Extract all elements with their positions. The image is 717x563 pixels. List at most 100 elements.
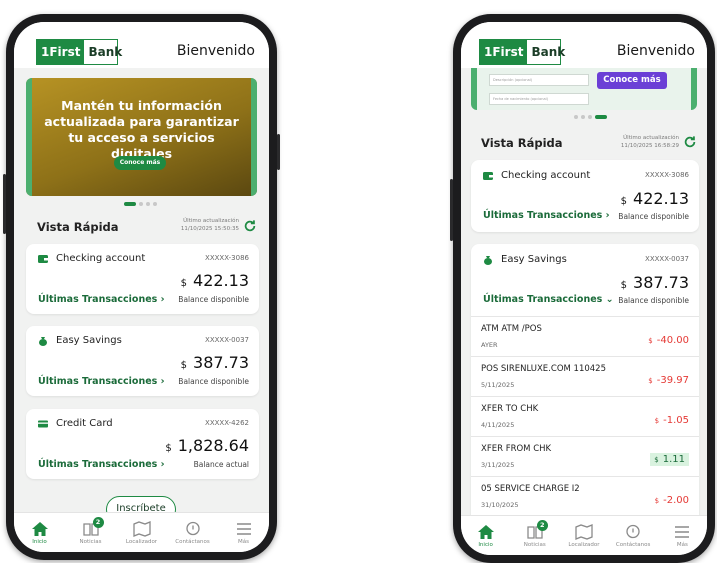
- phone-frame-left: 1First Bank Bienvenido Mantén tu informa…: [3, 14, 280, 560]
- nav-item-locator[interactable]: Localizador: [118, 520, 166, 545]
- transaction-row[interactable]: XFER TO CHK 4/11/2025 $ -1.05: [471, 396, 699, 436]
- account-name: Checking account: [56, 253, 146, 264]
- amount-value: -40.00: [656, 335, 689, 346]
- account-card-credit[interactable]: Credit Card XXXXX-4262 $1,828.64 Balance…: [26, 409, 259, 479]
- refresh-icon[interactable]: [683, 135, 697, 149]
- nav-label: Más: [676, 541, 688, 548]
- transaction-row[interactable]: ATM ATM /POS AYER $ -40.00: [471, 316, 699, 356]
- nav-item-more[interactable]: Más: [658, 524, 706, 548]
- nav-item-news[interactable]: 2 Noticias: [67, 516, 115, 545]
- carousel-dot-active[interactable]: [595, 115, 607, 119]
- balance-amount: 387.73: [193, 353, 249, 372]
- currency-symbol: $: [180, 360, 188, 371]
- transaction-row[interactable]: POS SIRENLUXE.COM 110425 5/11/2025 $ -39.…: [471, 356, 699, 396]
- nav-label: Contáctanos: [615, 541, 651, 548]
- currency-symbol: $: [648, 377, 653, 385]
- balance-amount: 422.13: [193, 271, 249, 290]
- nav-item-more[interactable]: Más: [220, 521, 268, 545]
- currency-symbol: $: [654, 456, 659, 464]
- nav-item-locator[interactable]: Localizador: [560, 523, 608, 548]
- carousel-dot[interactable]: [574, 115, 578, 119]
- app-screen: 1First Bank Bienvenido Descripción (opci…: [461, 22, 707, 555]
- transaction-description: 05 SERVICE CHARGE I2: [481, 484, 580, 494]
- map-icon: [132, 520, 151, 537]
- latest-transactions-link[interactable]: Últimas Transacciones ›: [483, 210, 610, 221]
- nav-label: Noticias: [523, 541, 546, 548]
- account-number: XXXXX-3086: [205, 254, 249, 262]
- latest-transactions-link[interactable]: Últimas Transacciones ›: [38, 376, 165, 387]
- banner-prev-edge: [26, 78, 32, 196]
- carousel-dot[interactable]: [139, 202, 143, 206]
- transaction-row[interactable]: 05 SERVICE CHARGE I2 31/10/2025 $ -2.00: [471, 476, 699, 516]
- promo-banner[interactable]: Mantén tu información actualizada para g…: [26, 78, 257, 196]
- app-header: 1First Bank Bienvenido: [461, 22, 707, 68]
- phone-frame-right: 1First Bank Bienvenido Descripción (opci…: [450, 14, 715, 563]
- account-number: XXXXX-3086: [645, 171, 689, 179]
- last-update-time: 11/10/2025 15:50:35: [180, 226, 239, 232]
- last-update-time: 11/10/2025 16:58:29: [620, 143, 679, 149]
- banner-next-edge: [691, 68, 697, 110]
- nav-item-news[interactable]: 2 Noticias: [511, 519, 559, 548]
- balance-label: Balance disponible: [178, 377, 249, 386]
- account-name: Checking account: [501, 170, 591, 181]
- transaction-amount-credit: $1.11: [650, 453, 689, 466]
- balance-amount: 422.13: [633, 189, 689, 208]
- carousel-dots[interactable]: [124, 202, 157, 206]
- refresh-icon[interactable]: [243, 219, 257, 233]
- banner-form-field: Fecha de nacimiento (opcional): [489, 93, 589, 105]
- carousel-dot[interactable]: [146, 202, 150, 206]
- account-number: XXXXX-4262: [205, 419, 249, 427]
- nav-item-home[interactable]: Inicio: [462, 524, 510, 548]
- banner-title: Mantén tu información actualizada para g…: [44, 98, 239, 161]
- transaction-date: AYER: [481, 341, 498, 349]
- nav-item-contact[interactable]: Contáctanos: [609, 524, 657, 548]
- wallet-icon: [483, 172, 493, 180]
- banner-prev-edge: [471, 68, 477, 110]
- bank-logo: 1First Bank: [479, 39, 565, 65]
- balance-label: Balance disponible: [618, 296, 689, 305]
- home-icon: [477, 524, 494, 539]
- last-update-label: Último actualización: [183, 218, 239, 224]
- carousel-dot[interactable]: [153, 202, 157, 206]
- account-card-checking[interactable]: Checking account XXXXX-3086 $422.13 Bala…: [26, 244, 259, 314]
- carousel-dot[interactable]: [581, 115, 585, 119]
- account-balance: $387.73: [621, 273, 689, 292]
- nav-item-home[interactable]: Inicio: [16, 521, 64, 545]
- learn-more-button[interactable]: Conoce más: [597, 72, 667, 89]
- money-bag-icon: [39, 337, 47, 346]
- carousel-dot[interactable]: [588, 115, 592, 119]
- phone-side-button: [3, 174, 6, 234]
- transaction-row[interactable]: XFER FROM CHK 3/11/2025 $1.11: [471, 436, 699, 476]
- transaction-description: XFER FROM CHK: [481, 444, 552, 454]
- transaction-amount: $ -2.00: [655, 495, 689, 506]
- balance-amount: 387.73: [633, 273, 689, 292]
- wallet-icon: [38, 255, 48, 263]
- promo-banner[interactable]: Descripción (opcional) Fecha de nacimien…: [471, 68, 697, 110]
- phone-side-button: [277, 134, 280, 170]
- carousel-dot-active[interactable]: [124, 202, 136, 206]
- amount-value: -1.05: [663, 415, 689, 426]
- welcome-title: Bienvenido: [616, 43, 695, 59]
- nav-item-contact[interactable]: Contáctanos: [169, 521, 217, 545]
- account-card-savings-expanded[interactable]: Easy Savings XXXXX-0037 $387.73 Balance …: [471, 244, 699, 526]
- account-balance: $387.73: [181, 353, 249, 372]
- learn-more-button[interactable]: Conoce más: [114, 156, 166, 170]
- nav-label: Noticias: [79, 538, 102, 545]
- last-update: Último actualización 11/10/2025 16:58:29: [621, 134, 679, 150]
- bottom-nav: Inicio 2 Noticias Localizador Contáctano…: [14, 512, 269, 552]
- banner-form-field: Descripción (opcional): [489, 74, 589, 86]
- account-card-checking[interactable]: Checking account XXXXX-3086 $422.13 Bala…: [471, 160, 699, 232]
- latest-transactions-toggle[interactable]: Últimas Transacciones ⌄: [483, 294, 614, 305]
- account-balance: $422.13: [621, 189, 689, 208]
- amount-value: -39.97: [656, 375, 689, 386]
- latest-transactions-link[interactable]: Últimas Transacciones ›: [38, 294, 165, 305]
- latest-transactions-link[interactable]: Últimas Transacciones ›: [38, 459, 165, 470]
- nav-label: Localizador: [568, 541, 600, 548]
- phone-side-button: [450, 179, 453, 241]
- news-badge: 2: [92, 516, 104, 528]
- account-name: Credit Card: [56, 418, 113, 429]
- transaction-amount: $ -1.05: [655, 415, 689, 426]
- account-card-savings[interactable]: Easy Savings XXXXX-0037 $387.73 Balance …: [26, 326, 259, 396]
- carousel-dots[interactable]: [574, 115, 607, 119]
- transaction-description: XFER TO CHK: [481, 404, 539, 414]
